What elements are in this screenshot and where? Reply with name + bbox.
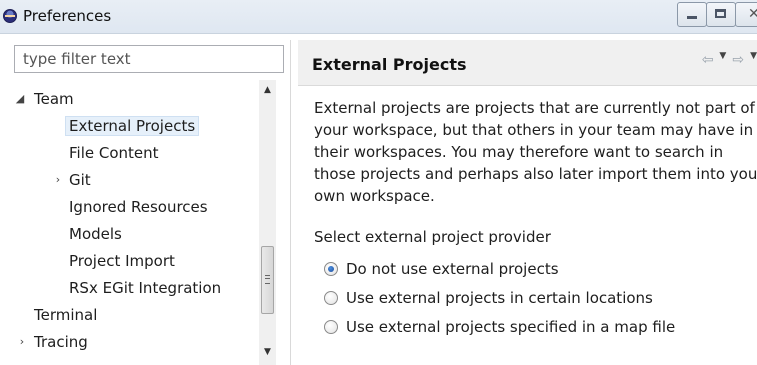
maximize-button[interactable] (706, 2, 736, 27)
tree-item-terminal[interactable]: Terminal (34, 302, 97, 328)
chevron-down-icon[interactable]: ▼ (719, 51, 726, 67)
title-bar: Preferences ✕ (0, 0, 757, 34)
radio-button[interactable] (324, 320, 338, 334)
close-button[interactable]: ✕ (735, 2, 757, 27)
tree-scrollbar[interactable]: ▲ ▼ (259, 80, 276, 365)
radio-button[interactable] (324, 262, 338, 276)
tree-item-label: Models (69, 225, 122, 243)
tree-item-file-content[interactable]: File Content (69, 140, 159, 166)
tree-item-label: Git (69, 171, 91, 189)
tree-item-models[interactable]: Models (69, 221, 122, 247)
chevron-right-icon[interactable]: › (16, 329, 28, 355)
chevron-down-icon[interactable]: ▼ (750, 51, 757, 67)
page-navigation: ⇦ ▼ ⇨ ▼ (696, 51, 757, 68)
window-controls: ✕ (677, 2, 757, 29)
radio-label: Use external projects specified in a map… (346, 318, 676, 336)
page-header: External Projects ⇦ ▼ ⇨ ▼ (298, 40, 757, 86)
back-arrow-icon[interactable]: ⇦ (702, 52, 714, 68)
radio-button[interactable] (324, 291, 338, 305)
scroll-down-arrow-icon[interactable]: ▼ (259, 344, 276, 361)
radio-option-map-file[interactable]: Use external projects specified in a map… (324, 315, 675, 339)
scroll-up-arrow-icon[interactable]: ▲ (259, 82, 276, 99)
page-title: External Projects (312, 55, 467, 74)
tree-item-external-projects[interactable]: External Projects (65, 113, 200, 139)
tree-item-tracing[interactable]: › Tracing (14, 329, 88, 355)
forward-arrow-icon[interactable]: ⇨ (732, 52, 744, 68)
tree-item-label: Project Import (69, 252, 175, 270)
tree-item-label: Ignored Resources (69, 198, 208, 216)
preferences-tree: ◢ Team External Projects File Content › … (14, 80, 284, 365)
eclipse-icon (3, 9, 17, 23)
tree-item-label: Team (34, 90, 74, 108)
tree-item-git[interactable]: › Git (52, 167, 91, 193)
tree-item-label: Tracing (34, 333, 88, 351)
tree-item-label: Terminal (34, 306, 98, 324)
expanded-triangle-icon[interactable]: ◢ (14, 86, 26, 112)
window-title: Preferences (23, 7, 112, 25)
radio-option-do-not-use[interactable]: Do not use external projects (324, 257, 559, 281)
filter-field[interactable] (14, 45, 284, 73)
scrollbar-thumb[interactable] (261, 246, 274, 314)
close-icon: ✕ (748, 6, 757, 22)
filter-input[interactable] (15, 46, 283, 72)
provider-group-label: Select external project provider (314, 228, 551, 246)
tree-item-team[interactable]: ◢ Team (14, 86, 74, 112)
radio-label: Use external projects in certain locatio… (346, 289, 653, 307)
tree-item-ignored-resources[interactable]: Ignored Resources (69, 194, 208, 220)
chevron-right-icon[interactable]: › (52, 167, 64, 193)
tree-item-project-import[interactable]: Project Import (69, 248, 175, 274)
minimize-button[interactable] (677, 2, 707, 27)
tree-item-rsx-egit-integration[interactable]: RSx EGit Integration (69, 275, 221, 301)
radio-label: Do not use external projects (346, 260, 559, 278)
panel-divider[interactable] (290, 40, 291, 365)
radio-option-certain-locations[interactable]: Use external projects in certain locatio… (324, 286, 653, 310)
page-description: External projects are projects that are … (314, 99, 757, 205)
tree-item-label: External Projects (65, 116, 200, 136)
tree-item-label: RSx EGit Integration (69, 279, 222, 297)
tree-item-label: File Content (69, 144, 159, 162)
